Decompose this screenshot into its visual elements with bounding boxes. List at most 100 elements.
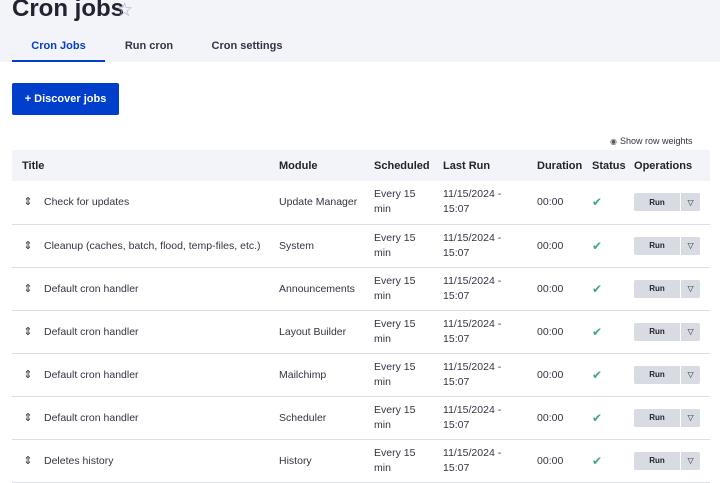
scheduled-line-2: min xyxy=(374,203,391,216)
show-row-weights-link[interactable]: ◉ Show row weights xyxy=(610,136,693,146)
operations-toggle[interactable]: ▽ xyxy=(681,451,701,470)
job-last-run: 11/15/2024 - 15:07 xyxy=(443,396,537,439)
drag-handle-icon[interactable]: ⇕ xyxy=(23,197,32,208)
last-run-time: 15:07 xyxy=(443,203,470,216)
operations-dropbutton: Run ▽ xyxy=(634,193,701,212)
column-header-module[interactable]: Module xyxy=(279,150,374,181)
operations-toggle[interactable]: ▽ xyxy=(681,365,701,384)
last-run-time: 15:07 xyxy=(443,246,470,259)
run-button[interactable]: Run xyxy=(634,193,681,212)
chevron-down-icon: ▽ xyxy=(687,241,694,250)
job-title: Check for updates xyxy=(44,196,130,209)
last-run-time: 15:07 xyxy=(443,375,470,388)
drag-handle-icon[interactable]: ⇕ xyxy=(23,326,32,338)
column-header-duration[interactable]: Duration xyxy=(537,150,592,181)
job-scheduled: Every 15 min xyxy=(374,224,443,267)
page-header: Cron jobs ☆ Cron Jobs Run cron Cron sett… xyxy=(0,0,720,62)
chevron-down-icon: ▽ xyxy=(687,370,694,379)
eye-icon: ◉ xyxy=(610,137,617,146)
check-icon: ✔ xyxy=(592,238,603,253)
check-icon: ✔ xyxy=(592,281,603,296)
cron-jobs-table: Title Module Scheduled Last Run Duration… xyxy=(12,150,711,483)
job-duration: 00:00 xyxy=(537,239,564,252)
tab-run-cron[interactable]: Run cron xyxy=(120,32,178,60)
job-module: System xyxy=(279,239,315,252)
last-run-date: 11/15/2024 - xyxy=(443,274,502,287)
last-run-time: 15:07 xyxy=(443,289,470,302)
table-row: ⇕ Default cron handler Announcements Eve… xyxy=(12,267,711,310)
job-title: Deletes history xyxy=(44,454,114,467)
run-button[interactable]: Run xyxy=(634,322,681,341)
table-row: ⇕ Deletes history History Every 15 min 11… xyxy=(12,439,711,482)
column-header-status[interactable]: Status xyxy=(592,150,634,181)
operations-toggle[interactable]: ▽ xyxy=(681,236,701,255)
table-row: ⇕ Default cron handler Layout Builder Ev… xyxy=(12,310,711,353)
drag-handle-icon[interactable]: ⇕ xyxy=(23,369,32,381)
operations-dropbutton: Run ▽ xyxy=(634,322,701,341)
column-header-operations: Operations xyxy=(634,159,693,172)
operations-toggle[interactable]: ▽ xyxy=(681,408,701,427)
check-icon: ✔ xyxy=(592,324,603,339)
tab-cron-settings[interactable]: Cron settings xyxy=(210,32,284,60)
job-last-run: 11/15/2024 - 15:07 xyxy=(443,353,537,396)
last-run-date: 11/15/2024 - xyxy=(443,403,502,416)
job-title: Default cron handler xyxy=(44,368,139,381)
table-header-row: Title Module Scheduled Last Run Duration… xyxy=(12,150,711,181)
job-module: Mailchimp xyxy=(279,368,327,381)
star-icon[interactable]: ☆ xyxy=(116,0,133,22)
run-button[interactable]: Run xyxy=(634,279,681,298)
discover-jobs-button[interactable]: + Discover jobs xyxy=(12,83,119,115)
job-title: Default cron handler xyxy=(44,282,139,295)
column-header-scheduled[interactable]: Scheduled xyxy=(374,150,443,181)
drag-handle-icon[interactable]: ⇕ xyxy=(23,240,32,252)
drag-handle-icon[interactable]: ⇕ xyxy=(23,283,32,295)
table-row: ⇕ Default cron handler Scheduler Every 1… xyxy=(12,396,711,439)
run-button[interactable]: Run xyxy=(634,451,681,470)
column-header-title[interactable]: Title xyxy=(12,150,279,181)
last-run-date: 11/15/2024 - xyxy=(443,360,502,373)
column-header-last-run[interactable]: Last Run xyxy=(443,150,537,181)
scheduled-line-1: Every 15 xyxy=(374,274,416,287)
run-button[interactable]: Run xyxy=(634,408,681,427)
job-duration: 00:00 xyxy=(537,196,564,209)
scheduled-line-1: Every 15 xyxy=(374,360,416,373)
job-duration: 00:00 xyxy=(537,325,564,338)
scheduled-line-1: Every 15 xyxy=(374,446,416,459)
check-icon: ✔ xyxy=(592,410,603,425)
job-scheduled: Every 15 min xyxy=(374,267,443,310)
job-duration: 00:00 xyxy=(537,411,564,424)
job-scheduled: Every 15 min xyxy=(374,439,443,482)
job-last-run: 11/15/2024 - 15:07 xyxy=(443,439,537,482)
run-button[interactable]: Run xyxy=(634,365,681,384)
last-run-date: 11/15/2024 - xyxy=(443,446,502,459)
scheduled-line-1: Every 15 xyxy=(374,403,416,416)
job-duration: 00:00 xyxy=(537,282,564,295)
last-run-time: 15:07 xyxy=(443,418,470,431)
operations-toggle[interactable]: ▽ xyxy=(681,193,701,212)
chevron-down-icon: ▽ xyxy=(687,327,694,336)
job-module: Layout Builder xyxy=(279,325,347,338)
operations-toggle[interactable]: ▽ xyxy=(681,279,701,298)
job-title: Default cron handler xyxy=(44,411,139,424)
operations-dropbutton: Run ▽ xyxy=(634,365,701,384)
last-run-date: 11/15/2024 - xyxy=(443,317,502,330)
tab-cron-jobs[interactable]: Cron Jobs xyxy=(12,32,105,62)
run-button[interactable]: Run xyxy=(634,236,681,255)
operations-toggle[interactable]: ▽ xyxy=(681,322,701,341)
job-last-run: 11/15/2024 - 15:07 xyxy=(443,310,537,353)
drag-handle-icon[interactable]: ⇕ xyxy=(23,455,32,467)
job-module: Announcements xyxy=(279,282,355,295)
scheduled-line-1: Every 15 xyxy=(374,317,416,330)
job-module: Scheduler xyxy=(279,411,327,424)
job-module: History xyxy=(279,454,312,467)
last-run-time: 15:07 xyxy=(443,461,470,474)
job-scheduled: Every 15 min xyxy=(374,353,443,396)
scheduled-line-2: min xyxy=(374,375,391,388)
scheduled-line-2: min xyxy=(374,246,391,259)
check-icon: ✔ xyxy=(592,195,603,210)
last-run-date: 11/15/2024 - xyxy=(443,231,502,244)
drag-handle-icon[interactable]: ⇕ xyxy=(23,412,32,424)
job-last-run: 11/15/2024 - 15:07 xyxy=(443,267,537,310)
job-last-run: 11/15/2024 - 15:07 xyxy=(443,181,537,224)
table-row: ⇕ Check for updates Update Manager Every… xyxy=(12,181,711,224)
